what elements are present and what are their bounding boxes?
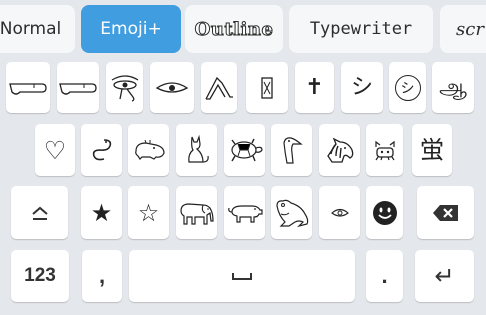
smiley-dark-icon — [372, 200, 397, 225]
hieroglyph-box-icon — [261, 76, 273, 99]
key-legs[interactable] — [201, 62, 237, 113]
font-style-script[interactable]: scr — [440, 5, 486, 53]
enter-icon: ↵ — [434, 262, 455, 290]
key-eye-of-horus[interactable] — [106, 62, 143, 113]
pig-icon — [227, 204, 263, 223]
horse-head-icon — [326, 137, 353, 163]
eye-icon — [155, 81, 189, 93]
key-crab[interactable] — [366, 124, 403, 176]
eye-small-icon — [330, 208, 349, 217]
crab-icon — [374, 140, 395, 161]
star-outline-glyph: ☆ — [137, 198, 160, 227]
font-style-normal[interactable]: Normal — [0, 5, 75, 53]
key-hippo[interactable] — [128, 124, 169, 176]
period-label: . — [381, 263, 388, 288]
turtle-icon — [230, 138, 263, 162]
hieroglyph-arm-icon — [9, 82, 47, 95]
key-shi-circle[interactable]: シ — [389, 62, 426, 113]
hieroglyph-arm-icon — [59, 82, 97, 95]
font-style-label: Normal — [0, 19, 62, 39]
eye-of-horus-icon — [111, 74, 138, 102]
key-horse-head[interactable] — [319, 124, 360, 176]
key-pig[interactable] — [224, 186, 265, 239]
font-style-label: Outline — [194, 18, 274, 40]
font-style-label: Typewriter — [309, 19, 413, 39]
frog-icon — [275, 199, 308, 227]
font-style-emoji-plus[interactable]: Emoji+ — [81, 5, 181, 53]
key-heart[interactable]: ♡ — [35, 124, 75, 176]
key-cross[interactable]: ✝ — [295, 62, 334, 113]
key-hieroglyph-box[interactable] — [246, 62, 288, 113]
key-kanji[interactable]: 蛍 — [412, 124, 452, 176]
key-arm-hieroglyph-2[interactable] — [57, 62, 99, 113]
cross-glyph: ✝ — [305, 74, 324, 100]
elephant-icon — [179, 202, 214, 225]
numbers-label: 123 — [24, 265, 56, 286]
shi-glyph: シ — [350, 74, 373, 100]
bird-head-icon — [282, 137, 303, 164]
heart-glyph: ♡ — [43, 135, 67, 165]
font-style-typewriter[interactable]: Typewriter — [289, 5, 433, 53]
comma-label: , — [98, 263, 106, 288]
key-elephant[interactable] — [176, 186, 217, 239]
key-frog[interactable] — [271, 186, 312, 239]
enter-key[interactable]: ↵ — [415, 250, 474, 302]
cat-icon — [187, 134, 209, 163]
key-cat[interactable] — [176, 124, 217, 176]
backspace-icon — [432, 204, 458, 221]
key-star-filled[interactable]: ★ — [81, 186, 122, 239]
space-icon — [232, 273, 252, 280]
key-eye[interactable] — [150, 62, 194, 113]
kanji-glyph: 蛍 — [420, 136, 444, 164]
star-filled-glyph: ★ — [90, 198, 113, 227]
key-bird-head[interactable] — [271, 124, 312, 176]
key-arm-hieroglyph[interactable] — [6, 62, 50, 113]
shift-icon — [31, 206, 48, 220]
key-eye-small[interactable] — [319, 186, 360, 239]
font-style-label: Emoji+ — [100, 19, 162, 39]
period-key[interactable]: . — [366, 250, 403, 302]
key-smiley-dark[interactable] — [366, 186, 403, 239]
numbers-key[interactable]: 123 — [11, 250, 69, 302]
font-style-label: scr — [456, 18, 484, 40]
snake-icon — [92, 139, 111, 161]
shi-circle-glyph: シ — [394, 74, 421, 101]
backspace-key[interactable] — [417, 186, 474, 239]
key-turtle[interactable] — [224, 124, 265, 176]
tamil-glyph: ஆ — [439, 74, 467, 100]
legs-icon — [205, 76, 233, 100]
font-style-bar: Normal Emoji+ Outline Typewriter scr — [0, 0, 486, 58]
shift-key[interactable] — [11, 186, 68, 239]
key-star-outline[interactable]: ☆ — [128, 186, 169, 239]
hippo-icon — [134, 139, 165, 160]
space-key[interactable] — [129, 250, 355, 302]
key-snake[interactable] — [81, 124, 122, 176]
comma-key[interactable]: , — [82, 250, 122, 302]
key-shi[interactable]: シ — [341, 62, 383, 113]
font-style-outline[interactable]: Outline — [185, 5, 283, 53]
key-tamil[interactable]: ஆ — [432, 62, 474, 113]
